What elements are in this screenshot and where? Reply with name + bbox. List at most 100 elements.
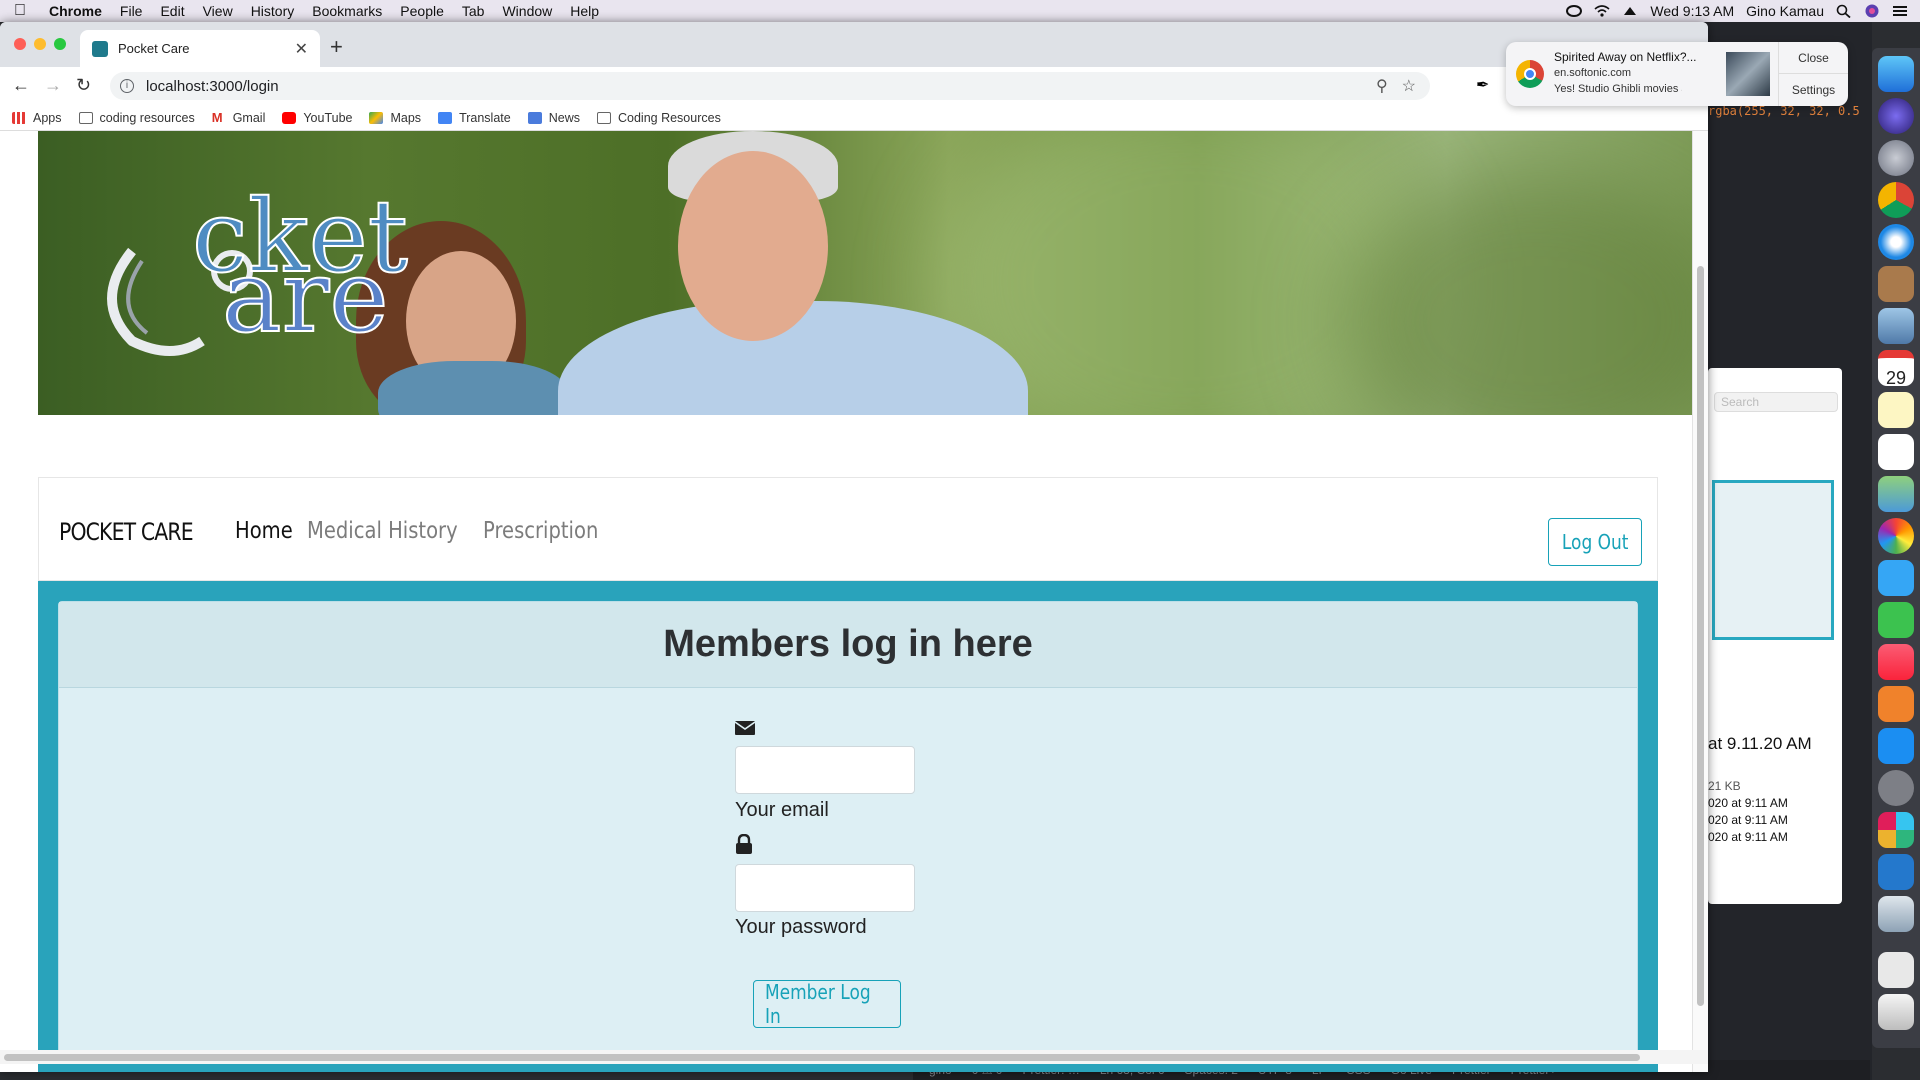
forward-arrow-icon[interactable]: →	[44, 75, 62, 96]
youtube-icon	[282, 111, 297, 124]
slack-dock-icon[interactable]	[1878, 812, 1914, 848]
tab-close-icon[interactable]: ✕	[295, 39, 308, 59]
bookmark-translate[interactable]: Translate	[438, 111, 511, 125]
wifi-icon[interactable]	[1594, 4, 1610, 18]
trash-dock-icon[interactable]	[1878, 994, 1914, 1030]
window-close-icon[interactable]	[14, 38, 26, 50]
new-tab-icon[interactable]: +	[330, 34, 343, 60]
news-icon	[527, 111, 542, 124]
music-dock-icon[interactable]	[1878, 644, 1914, 680]
menubar-user[interactable]: Gino Kamau	[1746, 3, 1824, 19]
macos-dock: 29	[1872, 48, 1920, 1048]
spotlight-search-icon[interactable]	[1836, 4, 1852, 18]
bookmark-star-icon[interactable]: ☆	[1402, 76, 1416, 96]
facetime-dock-icon[interactable]	[1878, 602, 1914, 638]
notification-close-button[interactable]: Close	[1778, 42, 1848, 74]
horizontal-scrollbar[interactable]	[0, 1050, 1708, 1064]
bookmark-coding-resources-folder-2[interactable]: Coding Resources	[596, 111, 721, 125]
notification-thumbnail	[1726, 52, 1770, 96]
books-dock-icon[interactable]	[1878, 686, 1914, 722]
messages-dock-icon[interactable]	[1878, 560, 1914, 596]
calendar-dock-icon[interactable]: 29	[1878, 350, 1914, 388]
nav-medical-history[interactable]: Medical History	[307, 518, 458, 544]
bookmark-coding-resources-label: coding resources	[99, 110, 195, 125]
window-zoom-icon[interactable]	[54, 38, 66, 50]
menu-view[interactable]: View	[194, 3, 242, 19]
menu-file[interactable]: File	[111, 3, 152, 19]
image-capture-dock-icon[interactable]	[1878, 896, 1914, 932]
finder-search-field[interactable]: Search	[1714, 392, 1838, 412]
site-info-icon[interactable]: i	[120, 79, 134, 93]
maps-icon	[369, 111, 384, 124]
extension-eyedropper-icon[interactable]: ✒	[1476, 75, 1489, 95]
reminders-dock-icon[interactable]	[1878, 434, 1914, 470]
logout-button-label: Log Out	[1561, 530, 1629, 554]
notification-center-icon[interactable]	[1892, 4, 1908, 18]
page-viewport: cket are POCKET CARE Home Medical Histor…	[0, 131, 1692, 1072]
siri-icon[interactable]	[1864, 4, 1880, 18]
finder-file-title: at 9.11.20 AM	[1708, 734, 1812, 753]
nav-prescription[interactable]: Prescription	[483, 518, 598, 544]
password-field[interactable]	[735, 864, 915, 912]
bookmark-coding-resources-folder[interactable]: coding resources	[78, 110, 195, 125]
tab-strip: Pocket Care ✕ +	[0, 22, 1708, 67]
background-finder-window: Search at 9.11.20 AM 21 KB 020 at 9:11 A…	[1708, 368, 1842, 904]
siri-dock-icon[interactable]	[1878, 98, 1914, 134]
finder-dock-icon[interactable]	[1878, 56, 1914, 92]
tab-pocket-care[interactable]: Pocket Care ✕	[80, 30, 320, 67]
nav-home[interactable]: Home	[235, 518, 293, 544]
airplay-icon[interactable]	[1622, 4, 1638, 18]
horizontal-scroll-thumb[interactable]	[4, 1054, 1640, 1061]
apple-menu-icon[interactable]: 	[0, 2, 40, 20]
svg-text:are: are	[222, 238, 389, 355]
bookmark-youtube[interactable]: YouTube	[282, 111, 352, 125]
logout-button[interactable]: Log Out	[1548, 518, 1642, 566]
address-url[interactable]: localhost:3000/login	[146, 78, 279, 95]
password-label: Your password	[735, 916, 867, 938]
bookmarks-bar: Apps coding resources M Gmail YouTube Ma…	[0, 105, 1708, 131]
email-field[interactable]	[735, 746, 915, 794]
notification-popup[interactable]: Spirited Away on Netflix?... en.softonic…	[1506, 42, 1848, 106]
menu-bookmarks[interactable]: Bookmarks	[303, 3, 391, 19]
downloads-dock-icon[interactable]	[1878, 952, 1914, 988]
menu-people[interactable]: People	[391, 3, 453, 19]
address-bar[interactable]: i localhost:3000/login ⚲ ☆	[110, 72, 1430, 100]
menu-app-chrome[interactable]: Chrome	[40, 3, 111, 19]
menu-window[interactable]: Window	[493, 3, 561, 19]
menu-edit[interactable]: Edit	[151, 3, 193, 19]
finder-date-created: 020 at 9:11 AM	[1708, 796, 1788, 810]
menu-history[interactable]: History	[242, 3, 304, 19]
photos-dock-icon[interactable]	[1878, 518, 1914, 554]
safari-dock-icon[interactable]	[1878, 224, 1914, 260]
member-login-button[interactable]: Member Log In	[753, 980, 901, 1028]
lock-icon	[736, 834, 752, 854]
system-preferences-dock-icon[interactable]	[1878, 770, 1914, 806]
menu-help[interactable]: Help	[561, 3, 608, 19]
finder-date-opened: 020 at 9:11 AM	[1708, 830, 1788, 844]
menu-tab[interactable]: Tab	[453, 3, 494, 19]
maps-dock-icon[interactable]	[1878, 476, 1914, 512]
menubar-clock[interactable]: Wed 9:13 AM	[1650, 3, 1734, 19]
vertical-scroll-thumb[interactable]	[1697, 266, 1704, 1006]
vscode-dock-icon[interactable]	[1878, 854, 1914, 890]
notification-settings-button[interactable]: Settings	[1778, 74, 1848, 106]
bookmark-maps[interactable]: Maps	[369, 111, 421, 125]
preview-dock-icon[interactable]	[1878, 308, 1914, 344]
apps-grid-icon	[12, 111, 26, 124]
launchpad-dock-icon[interactable]	[1878, 140, 1914, 176]
bookmark-gmail[interactable]: M Gmail	[212, 111, 266, 125]
creative-cloud-icon[interactable]	[1566, 4, 1583, 18]
window-minimize-icon[interactable]	[34, 38, 46, 50]
back-arrow-icon[interactable]: ←	[12, 75, 30, 96]
bookmark-news[interactable]: News	[527, 111, 580, 125]
vertical-scrollbar[interactable]	[1692, 131, 1708, 1072]
chrome-dock-icon[interactable]	[1878, 182, 1914, 218]
contacts-dock-icon[interactable]	[1878, 266, 1914, 302]
app-store-dock-icon[interactable]	[1878, 728, 1914, 764]
navbar-brand[interactable]: POCKET CARE	[59, 518, 194, 546]
bookmark-apps-label: Apps	[33, 110, 62, 125]
reload-icon[interactable]: ↻	[76, 75, 91, 96]
notes-dock-icon[interactable]	[1878, 392, 1914, 428]
zoom-icon[interactable]: ⚲	[1376, 76, 1388, 96]
bookmark-apps[interactable]: Apps	[12, 111, 62, 125]
